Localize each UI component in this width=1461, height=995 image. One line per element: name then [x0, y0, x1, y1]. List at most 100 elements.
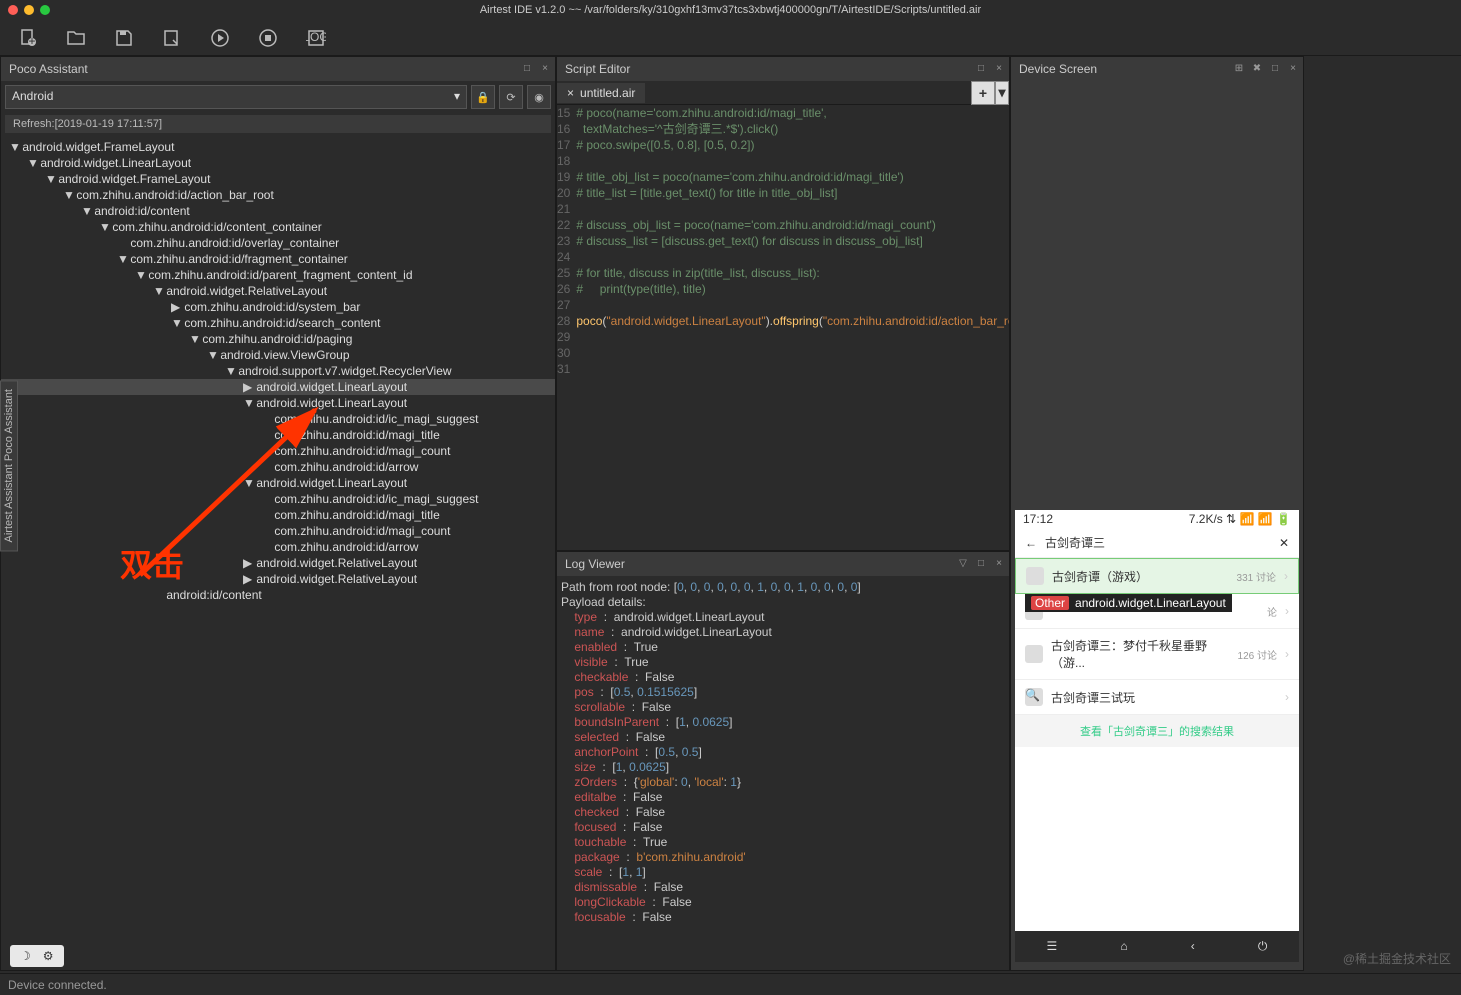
result-row[interactable]: 🔍古剑奇谭三试玩› — [1015, 680, 1299, 715]
toolbar: + LOG — [0, 20, 1461, 56]
device-panel: Device Screen ⊞✖□× 17:127.2K/s ⇅ 📶 📶 🔋 ←… — [1010, 56, 1304, 971]
refresh-button[interactable]: ⟳ — [499, 85, 523, 109]
corner-controls: ☽ ⚙ — [10, 945, 64, 967]
new-tab-button[interactable]: + — [971, 81, 995, 105]
tree-node[interactable]: com.zhihu.android:id/magi_count — [1, 443, 555, 459]
device-title: Device Screen ⊞✖□× — [1011, 57, 1303, 81]
tree-node[interactable]: ▼ android.widget.LinearLayout — [1, 395, 555, 411]
app-icon — [1025, 645, 1043, 663]
tree-node[interactable]: ▶ com.zhihu.android:id/system_bar — [1, 299, 555, 315]
tree-node[interactable]: ▼ com.zhihu.android:id/parent_fragment_c… — [1, 267, 555, 283]
log-icon[interactable]: LOG — [306, 28, 326, 48]
tree-node[interactable]: ▼ android.support.v7.widget.RecyclerView — [1, 363, 555, 379]
watermark: @稀土掘金技术社区 — [1343, 950, 1451, 967]
record-button[interactable]: ◉ — [527, 85, 551, 109]
code-editor[interactable]: 1516171819202122232425262728293031 # poc… — [557, 105, 1009, 550]
lock-button[interactable]: 🔒 — [471, 85, 495, 109]
poco-panel: Poco Assistant □ × Android ▾ 🔒 ⟳ ◉ Refresh… — [0, 56, 556, 971]
phone-searchbar[interactable]: ← 古剑奇谭三 ✕ — [1015, 528, 1299, 558]
log-panel: Log Viewer ▽ □ × Path from root node: [0, … — [556, 551, 1010, 971]
tree-node[interactable]: android:id/content — [1, 587, 555, 603]
home-icon[interactable]: ⌂ — [1120, 939, 1127, 954]
result-row[interactable]: 古剑奇谭（游戏）331 讨论› — [1015, 558, 1299, 594]
save-icon[interactable] — [114, 28, 134, 48]
run-icon[interactable] — [210, 28, 230, 48]
grid-icon[interactable]: ⊞ — [1233, 63, 1245, 75]
status-text: Device connected. — [8, 978, 107, 992]
export-icon[interactable] — [162, 28, 182, 48]
tool-icon[interactable]: ✖ — [1251, 63, 1263, 75]
close-tab-icon[interactable]: × — [567, 86, 574, 100]
detach-icon[interactable]: □ — [1269, 63, 1281, 75]
poco-title-label: Poco Assistant — [9, 62, 88, 76]
tree-node[interactable]: ▼ com.zhihu.android:id/paging — [1, 331, 555, 347]
tab-menu-button[interactable]: ▾ — [995, 81, 1009, 105]
chevron-down-icon: ▾ — [454, 89, 460, 105]
editor-title-label: Script Editor — [565, 62, 630, 76]
poco-title: Poco Assistant □ × — [1, 57, 555, 81]
platform-label: Android — [12, 89, 53, 105]
tree-node[interactable]: ▼ android.widget.RelativeLayout — [1, 283, 555, 299]
close-panel-icon[interactable]: × — [993, 63, 1005, 75]
tree-node[interactable]: com.zhihu.android:id/magi_title — [1, 507, 555, 523]
close-panel-icon[interactable]: × — [1287, 63, 1299, 75]
log-content: Path from root node: [0, 0, 0, 0, 0, 0, … — [557, 576, 1009, 970]
tree-node[interactable]: com.zhihu.android:id/arrow — [1, 459, 555, 475]
tree-node[interactable]: ▼ com.zhihu.android:id/search_content — [1, 315, 555, 331]
back-icon[interactable]: ‹ — [1191, 939, 1195, 954]
phone-statusbar: 17:127.2K/s ⇅ 📶 📶 🔋 — [1015, 510, 1299, 528]
tree-node[interactable]: com.zhihu.android:id/ic_magi_suggest — [1, 411, 555, 427]
menu-icon[interactable]: ☰ — [1047, 939, 1058, 954]
log-title-label: Log Viewer — [565, 557, 625, 571]
search-text: 古剑奇谭三 — [1045, 534, 1271, 551]
hierarchy-tree[interactable]: ▼ android.widget.FrameLayout▼ android.wi… — [1, 135, 555, 970]
tree-node[interactable]: ▼ com.zhihu.android:id/fragment_containe… — [1, 251, 555, 267]
detach-icon[interactable]: □ — [521, 63, 533, 75]
tree-node[interactable]: ▶ android.widget.RelativeLayout — [1, 555, 555, 571]
clear-icon[interactable]: ✕ — [1279, 536, 1289, 550]
platform-select[interactable]: Android ▾ — [5, 85, 467, 109]
tree-node[interactable]: ▼ android.widget.LinearLayout — [1, 475, 555, 491]
tree-node[interactable]: ▼ android.view.ViewGroup — [1, 347, 555, 363]
device-screen[interactable]: 17:127.2K/s ⇅ 📶 📶 🔋 ← 古剑奇谭三 ✕ 古剑奇谭（游戏）33… — [1011, 81, 1303, 970]
refresh-status: Refresh:[2019-01-19 17:11:57] — [5, 115, 551, 133]
status-bar: Device connected. — [0, 973, 1461, 995]
new-file-icon[interactable]: + — [18, 28, 38, 48]
tree-node[interactable]: com.zhihu.android:id/ic_magi_suggest — [1, 491, 555, 507]
file-tab[interactable]: × untitled.air — [557, 83, 645, 103]
tree-node[interactable]: com.zhihu.android:id/magi_title — [1, 427, 555, 443]
tree-node[interactable]: ▶ android.widget.LinearLayout — [1, 379, 555, 395]
app-icon: 🔍 — [1025, 688, 1043, 706]
back-icon[interactable]: ← — [1025, 536, 1037, 550]
side-tab[interactable]: Airtest Assistant Poco Assistant — [0, 380, 18, 551]
tree-node[interactable]: com.zhihu.android:id/magi_count — [1, 523, 555, 539]
result-row[interactable]: 古剑奇谭三：梦付千秋星垂野（游...126 讨论› — [1015, 629, 1299, 680]
detach-icon[interactable]: □ — [975, 63, 987, 75]
svg-text:LOG: LOG — [306, 30, 326, 44]
tree-node[interactable]: ▼ android.widget.FrameLayout — [1, 139, 555, 155]
detach-icon[interactable]: □ — [975, 558, 987, 570]
close-panel-icon[interactable]: × — [539, 63, 551, 75]
tree-node[interactable]: ▼ android:id/content — [1, 203, 555, 219]
tree-node[interactable]: ▶ android.widget.RelativeLayout — [1, 571, 555, 587]
phone-navbar: ☰ ⌂ ‹ ⏻ — [1015, 931, 1299, 962]
power-icon[interactable]: ⏻ — [1258, 939, 1268, 954]
tree-node[interactable]: ▼ com.zhihu.android:id/content_container — [1, 219, 555, 235]
tree-node[interactable]: ▼ android.widget.LinearLayout — [1, 155, 555, 171]
tree-node[interactable]: com.zhihu.android:id/overlay_container — [1, 235, 555, 251]
tree-node[interactable]: com.zhihu.android:id/arrow — [1, 539, 555, 555]
editor-title: Script Editor □ × — [557, 57, 1009, 81]
stop-icon[interactable] — [258, 28, 278, 48]
inspector-tooltip: Otherandroid.widget.LinearLayout — [1025, 594, 1232, 612]
svg-text:+: + — [28, 34, 35, 48]
tree-node[interactable]: ▼ com.zhihu.android:id/action_bar_root — [1, 187, 555, 203]
open-folder-icon[interactable] — [66, 28, 86, 48]
theme-icon[interactable]: ☽ — [20, 949, 31, 963]
search-results-link[interactable]: 查看「古剑奇谭三」的搜索结果 — [1015, 715, 1299, 747]
settings-icon[interactable]: ⚙ — [43, 949, 54, 963]
close-panel-icon[interactable]: × — [993, 558, 1005, 570]
result-row[interactable]: 论›Otherandroid.widget.LinearLayout — [1015, 594, 1299, 629]
filter-icon[interactable]: ▽ — [957, 558, 969, 570]
tab-label: untitled.air — [580, 86, 635, 100]
tree-node[interactable]: ▼ android.widget.FrameLayout — [1, 171, 555, 187]
